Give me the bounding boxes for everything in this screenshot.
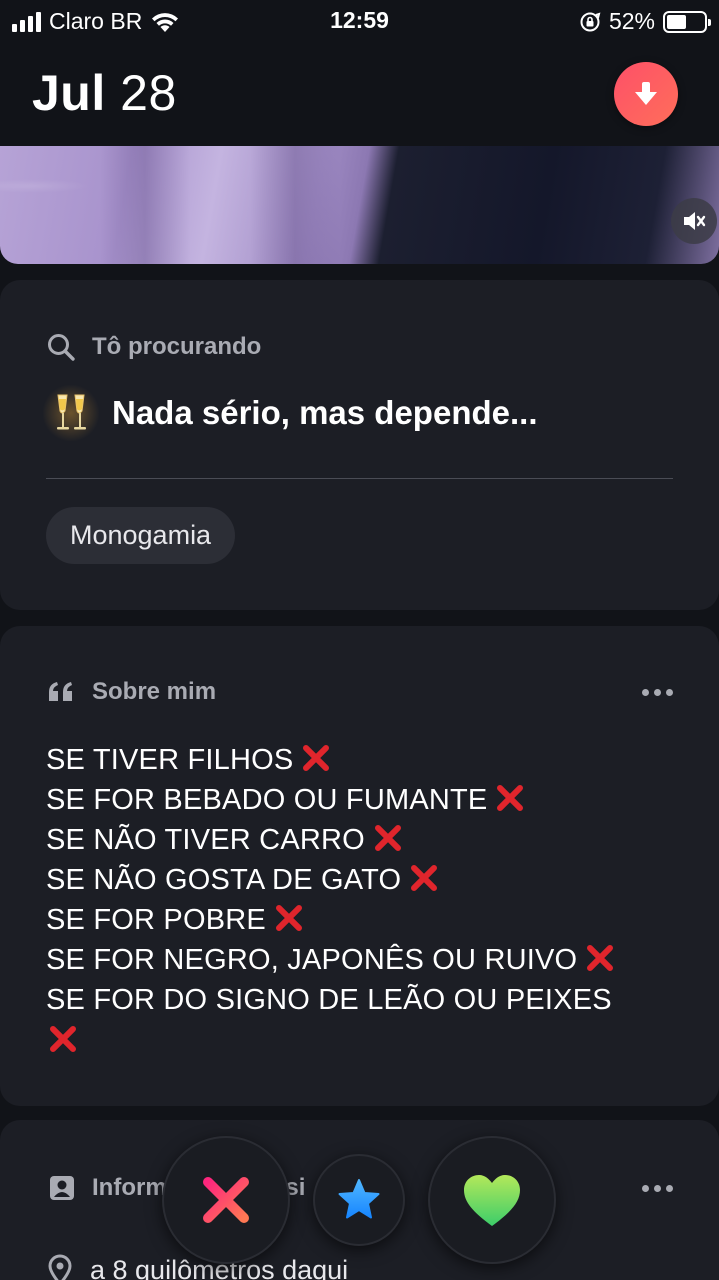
about-more-options-button[interactable]: [642, 689, 673, 696]
arrow-down-icon: [635, 82, 657, 105]
rotation-lock-icon: [580, 11, 601, 31]
status-right: 52%: [579, 8, 711, 35]
location-pin-icon: [48, 1254, 72, 1280]
super-like-button[interactable]: [313, 1154, 405, 1246]
id-card-icon: [50, 1176, 74, 1200]
search-icon: [48, 334, 75, 361]
red-cross-mark-icon: [587, 945, 614, 971]
red-cross-mark-icon: [50, 1026, 76, 1052]
basic-info-title: Inform: [92, 1174, 167, 1201]
battery-percentage: 52%: [608, 8, 655, 34]
about-me-title: Sobre mim: [92, 678, 217, 705]
distance-row: a 8 quilômetros daqui: [46, 1254, 348, 1280]
bio-line: SE FOR DO SIGNO DE LEÃO OU PEIXES: [46, 984, 612, 1016]
profile-header-date: Jul 28: [32, 64, 177, 122]
red-cross-mark-icon: [303, 745, 330, 771]
red-cross-mark-icon: [275, 905, 302, 931]
looking-for-text: Nada sério, mas depende...: [112, 394, 538, 431]
relationship-type-label: Monogamia: [70, 520, 212, 550]
bio-line: SE FOR BEBADO OU FUMANTE: [46, 780, 686, 820]
bio-line: SE FOR NEGRO, JAPONÊS OU RUIVO: [46, 940, 686, 980]
battery-fill: [667, 14, 686, 29]
quote-icon: [49, 682, 72, 701]
date-month: Jul: [32, 65, 106, 121]
star-icon: [338, 1179, 380, 1219]
profile-screen: Claro BR 12:59 52% Jul 28 Tô procurando …: [0, 0, 719, 1280]
x-icon: [203, 1177, 249, 1223]
heart-icon: [464, 1175, 520, 1226]
about-me-text: SE TIVER FILHOS SE FOR BEBADO OU FUMANTE…: [46, 740, 686, 1061]
looking-for-value: Nada sério, mas depende...: [42, 384, 538, 442]
status-bar: Claro BR 12:59 52%: [0, 0, 719, 42]
looking-for-title: Tô procurando: [92, 333, 262, 360]
red-cross-mark-icon: [374, 825, 401, 851]
relationship-type-chip: Monogamia: [46, 507, 236, 564]
date-day: 28: [120, 65, 177, 121]
info-more-options-button[interactable]: [642, 1185, 673, 1192]
looking-for-header: Tô procurando: [46, 332, 261, 362]
battery-icon: [663, 10, 711, 33]
about-me-header: Sobre mim: [46, 678, 216, 706]
red-cross-mark-icon: [497, 785, 524, 811]
section-divider: [46, 478, 673, 479]
bio-line: SE FOR POBRE: [46, 900, 686, 940]
champagne-glasses-icon: [42, 384, 100, 442]
mute-button[interactable]: [671, 198, 717, 244]
bio-line: SE TIVER FILHOS: [46, 740, 686, 780]
bio-line: [46, 1020, 686, 1061]
profile-photo[interactable]: [0, 146, 719, 264]
collapse-profile-button[interactable]: [614, 62, 678, 126]
bio-line: SE NÃO GOSTA DE GATO: [46, 860, 686, 900]
bio-line: SE NÃO TIVER CARRO: [46, 820, 686, 860]
red-cross-mark-icon: [411, 865, 438, 891]
speaker-muted-icon: [684, 212, 706, 230]
like-button[interactable]: [428, 1136, 556, 1264]
nope-button[interactable]: [162, 1136, 290, 1264]
